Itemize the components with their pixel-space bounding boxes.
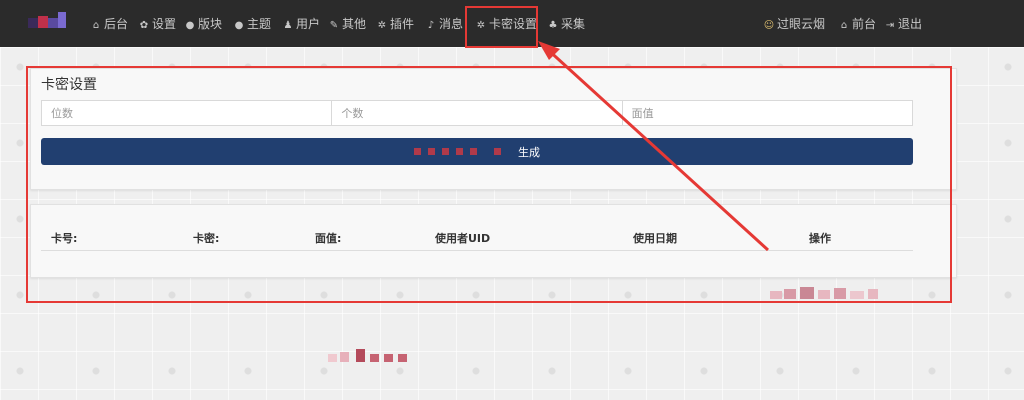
nav-item-forums[interactable]: ● 版块 (184, 16, 222, 32)
nav-item-users[interactable]: ♟ 用户 (282, 16, 321, 32)
home-icon: ⌂ (92, 20, 100, 31)
panel-title: 卡密设置 (41, 77, 97, 93)
face-value-input[interactable] (622, 101, 912, 125)
column-header-user-uid: 使用者UID (435, 232, 491, 245)
gears-icon: ✲ (377, 20, 387, 31)
generate-label: 生成 (518, 145, 540, 159)
user-icon: ♟ (283, 20, 293, 31)
nav-item-settings[interactable]: ✿ 设置 (138, 16, 176, 32)
nav-item-collect[interactable]: ♣ 采集 (547, 16, 586, 32)
site-logo[interactable] (28, 12, 68, 34)
avatar-icon: ☺ (763, 20, 775, 31)
blurred-footer (328, 349, 410, 363)
logout-icon: ⇥ (885, 20, 895, 31)
comment-icon: ● (234, 20, 244, 31)
blurred-watermark (770, 287, 880, 301)
column-header-card-number: 卡号: (51, 232, 78, 245)
nav-item-plugins[interactable]: ✲ 插件 (376, 16, 414, 32)
tree-icon: ♣ (548, 20, 558, 31)
generate-button[interactable]: 生成 (41, 138, 913, 165)
nav-item-other[interactable]: ✎ 其他 (328, 16, 366, 32)
card-table-panel: 卡号: 卡密: 面值: 使用者UID 使用日期 操作 (30, 204, 957, 278)
count-input[interactable] (332, 101, 623, 125)
nav-item-dashboard[interactable]: ⌂ 后台 (90, 16, 128, 32)
blurred-text (414, 148, 421, 155)
nav-item-logout[interactable]: ⇥ 退出 (884, 16, 922, 32)
column-header-actions: 操作 (809, 232, 831, 245)
nav-user-profile[interactable]: ☺ 过眼云烟 (763, 16, 825, 32)
wrench-icon: ✎ (329, 20, 339, 31)
column-header-use-date: 使用日期 (633, 232, 677, 245)
bell-icon: ♪ (427, 20, 435, 31)
column-header-card-secret: 卡密: (193, 232, 220, 245)
card-settings-panel: 卡密设置 生成 (30, 68, 957, 190)
card-form-inputs (41, 100, 913, 126)
digits-input[interactable] (42, 101, 333, 125)
annotation-highlight-box (465, 6, 538, 48)
nav-item-topics[interactable]: ● 主题 (233, 16, 271, 32)
table-header-divider (41, 250, 913, 251)
nav-item-messages[interactable]: ♪ 消息 (425, 16, 463, 32)
column-header-face-value: 面值: (315, 232, 342, 245)
comment-icon: ● (185, 20, 195, 31)
home-icon: ⌂ (840, 20, 848, 31)
gear-icon: ✿ (139, 20, 149, 31)
nav-item-frontend[interactable]: ⌂ 前台 (838, 16, 876, 32)
